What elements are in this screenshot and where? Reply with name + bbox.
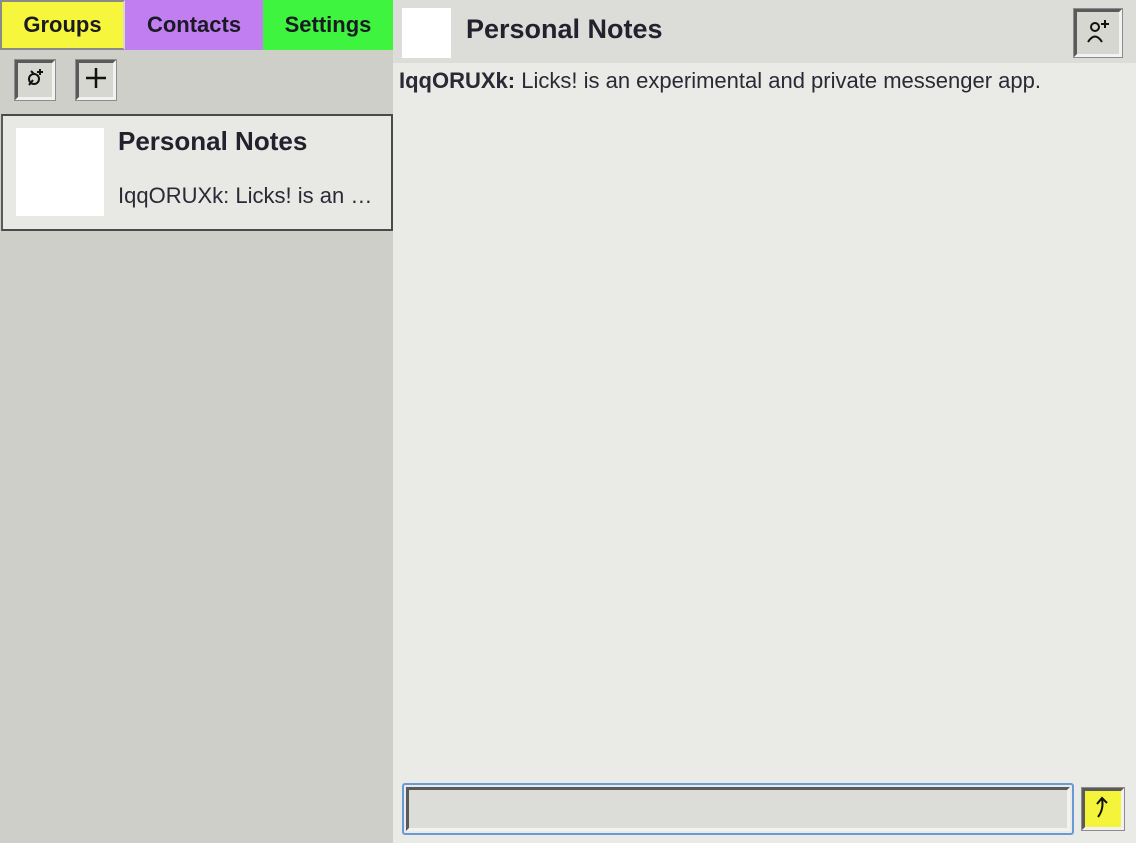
add-member-button[interactable] bbox=[1073, 8, 1123, 58]
message-input-wrapper bbox=[402, 783, 1074, 835]
plus-icon bbox=[84, 66, 108, 95]
message: IqqORUXk: Licks! is an experimental and … bbox=[399, 68, 1041, 94]
send-button[interactable] bbox=[1081, 787, 1125, 831]
message-input[interactable] bbox=[406, 787, 1070, 831]
message-sender: IqqORUXk: bbox=[399, 68, 516, 93]
send-arrow-icon bbox=[1092, 795, 1114, 824]
tab-contacts[interactable]: Contacts bbox=[125, 0, 263, 50]
tab-settings[interactable]: Settings bbox=[263, 0, 393, 50]
add-member-icon bbox=[1084, 17, 1112, 50]
new-chat-button[interactable] bbox=[75, 59, 117, 101]
conversation-title: Personal Notes bbox=[466, 14, 663, 44]
chat-list-item[interactable]: Personal Notes IqqORUXk: Licks! is an ex… bbox=[1, 114, 393, 231]
add-group-button[interactable] bbox=[14, 59, 56, 101]
chat-title: Personal Notes bbox=[118, 126, 308, 156]
chat-list-panel: Groups Contacts Settings Personal Notes … bbox=[0, 0, 393, 843]
conversation-panel: Personal Notes IqqORUXk: Licks! is an ex… bbox=[393, 0, 1136, 843]
message-text: Licks! is an experimental and private me… bbox=[515, 68, 1041, 93]
avatar bbox=[16, 128, 104, 216]
add-group-icon bbox=[23, 66, 47, 95]
conversation-header: Personal Notes bbox=[393, 0, 1136, 63]
chat-preview: IqqORUXk: Licks! is an experimental and … bbox=[118, 183, 380, 208]
tab-groups[interactable]: Groups bbox=[0, 0, 125, 50]
avatar bbox=[402, 8, 451, 58]
